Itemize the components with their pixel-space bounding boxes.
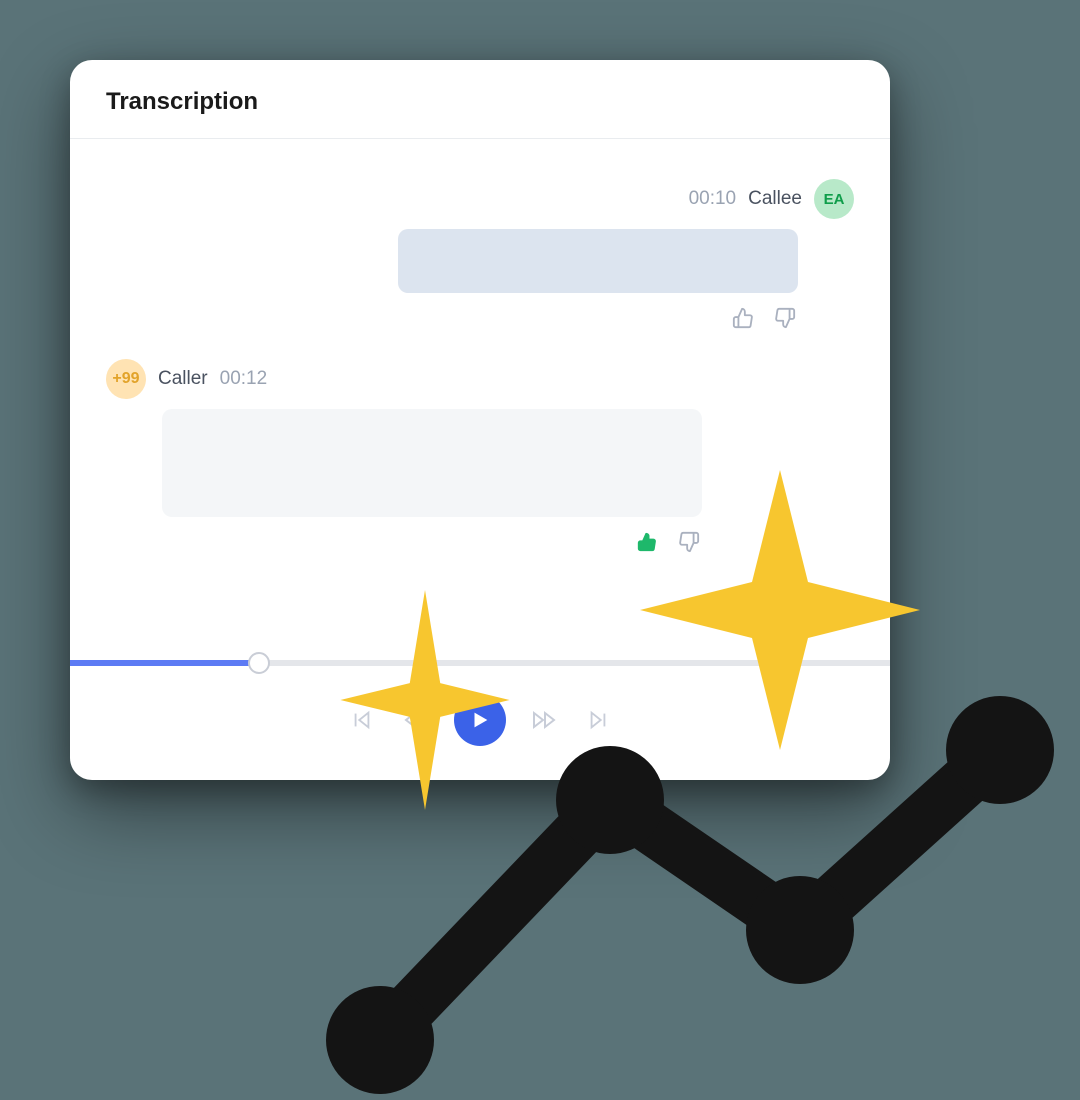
- skip-start-icon: [351, 709, 373, 731]
- avatar-callee: EA: [814, 179, 854, 219]
- message-reactions: [106, 529, 702, 555]
- thumbs-down-icon: [774, 307, 796, 329]
- card-title: Transcription: [106, 88, 854, 116]
- avatar-caller: +99: [106, 359, 146, 399]
- message-meta: 00:10 Callee EA: [106, 179, 854, 219]
- message-speaker: Caller: [158, 368, 208, 390]
- thumbs-down-button[interactable]: [676, 529, 702, 555]
- player-controls: [70, 694, 890, 746]
- rewind-button[interactable]: [400, 704, 432, 736]
- message-row-caller: +99 Caller 00:12: [106, 359, 854, 555]
- message-meta: +99 Caller 00:12: [106, 359, 854, 399]
- fast-forward-button[interactable]: [528, 704, 560, 736]
- progress-knob[interactable]: [248, 652, 270, 674]
- play-icon: [469, 709, 491, 731]
- messages-list: 00:10 Callee EA +99 Caller 00:12: [70, 139, 890, 583]
- card-header: Transcription: [70, 60, 890, 139]
- message-reactions: [106, 305, 798, 331]
- thumbs-down-button[interactable]: [772, 305, 798, 331]
- message-speaker: Callee: [748, 188, 802, 210]
- progress-track[interactable]: [70, 660, 890, 666]
- thumbs-down-icon: [678, 531, 700, 553]
- play-button[interactable]: [454, 694, 506, 746]
- thumbs-up-icon: [732, 307, 754, 329]
- fast-forward-icon: [532, 708, 556, 732]
- message-time: 00:10: [689, 188, 737, 210]
- message-bubble: [398, 229, 798, 293]
- thumbs-up-icon: [637, 532, 657, 552]
- skip-end-icon: [587, 709, 609, 731]
- message-bubble: [162, 409, 702, 517]
- audio-player: [70, 660, 890, 780]
- skip-start-button[interactable]: [346, 704, 378, 736]
- transcription-card: Transcription 00:10 Callee EA +99: [70, 60, 890, 780]
- progress-fill: [70, 660, 259, 666]
- rewind-icon: [404, 708, 428, 732]
- message-time: 00:12: [220, 368, 268, 390]
- message-row-callee: 00:10 Callee EA: [106, 179, 854, 331]
- skip-end-button[interactable]: [582, 704, 614, 736]
- thumbs-up-button[interactable]: [730, 305, 756, 331]
- thumbs-up-button[interactable]: [634, 529, 660, 555]
